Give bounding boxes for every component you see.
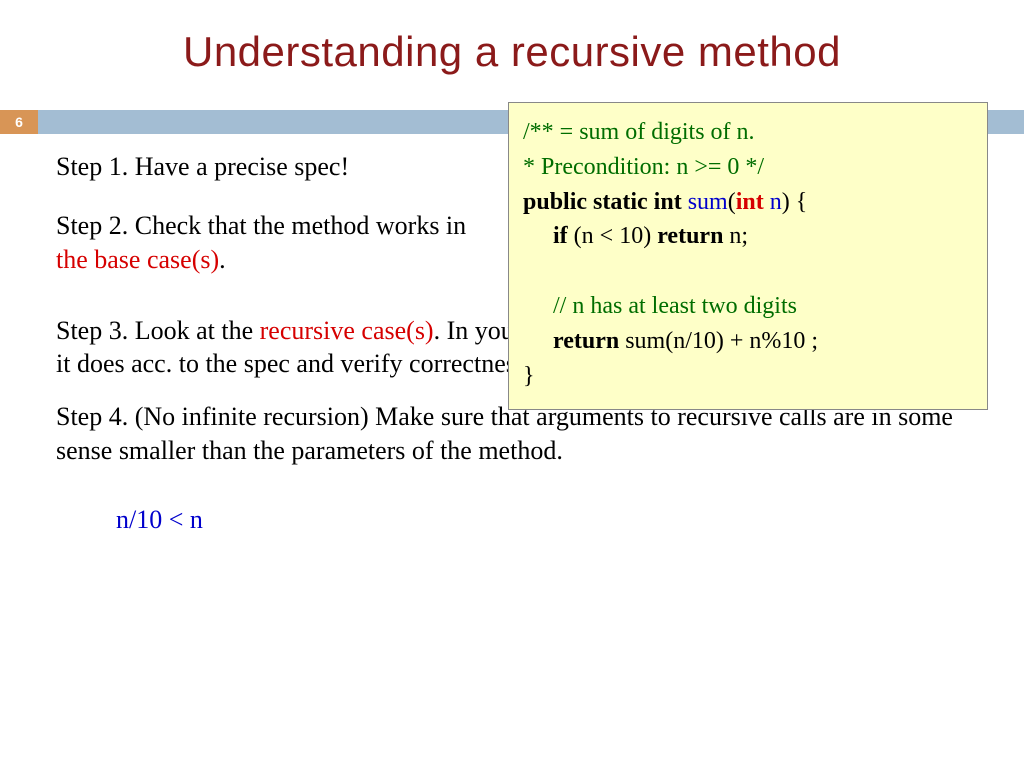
code-close-brace: } xyxy=(523,359,973,394)
step-1: Step 1. Have a precise spec! xyxy=(56,150,476,183)
code-if-line: if (n < 10) return n; xyxy=(523,219,973,254)
code-comment-line3: // n has at least two digits xyxy=(523,289,973,324)
page-number-badge: 6 xyxy=(0,110,38,134)
code-comment-line1: /** = sum of digits of n. xyxy=(523,119,755,145)
code-signature-line: public static int sum(int n) { xyxy=(523,185,973,220)
step-2: Step 2. Check that the method works in t… xyxy=(56,209,476,276)
code-return-line: return sum(n/10) + n%10 ; xyxy=(523,324,973,359)
code-example-box: /** = sum of digits of n. * Precondition… xyxy=(508,102,988,410)
footer-expression: n/10 < n xyxy=(116,503,974,536)
slide-title: Understanding a recursive method xyxy=(0,0,1024,94)
code-comment-line2: * Precondition: n >= 0 */ xyxy=(523,154,764,180)
